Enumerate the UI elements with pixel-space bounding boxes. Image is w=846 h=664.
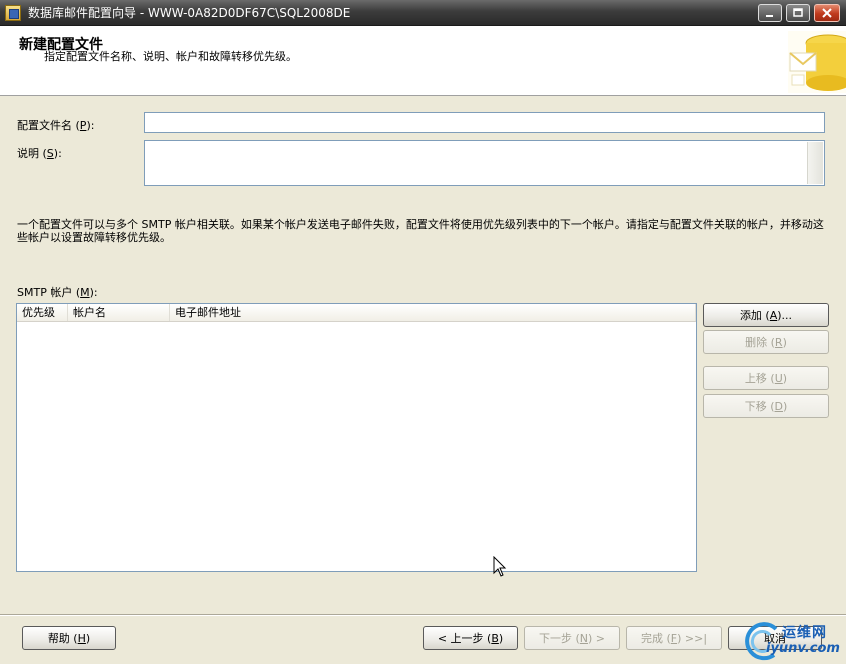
watermark-bottom-text: iyunv.com bbox=[766, 641, 840, 656]
title-bar: 数据库邮件配置向导 - WWW-0A82D0DF67C\SQL2008DE bbox=[0, 0, 846, 26]
database-mail-icon bbox=[788, 31, 846, 93]
help-button[interactable]: 帮助 (H) bbox=[22, 626, 116, 650]
minimize-icon bbox=[766, 14, 773, 17]
back-button[interactable]: < 上一步 (B) bbox=[423, 626, 518, 650]
profile-name-input[interactable] bbox=[144, 112, 825, 133]
add-account-button[interactable]: 添加 (A)... bbox=[703, 303, 829, 327]
smtp-accounts-label: SMTP 帐户 (M): bbox=[17, 286, 98, 299]
maximize-button[interactable] bbox=[786, 3, 810, 22]
close-icon bbox=[822, 7, 832, 18]
wizard-header: 新建配置文件 指定配置文件名称、说明、帐户和故障转移优先级。 bbox=[0, 26, 846, 96]
column-email-address[interactable]: 电子邮件地址 bbox=[170, 304, 696, 321]
description-textarea[interactable] bbox=[144, 140, 825, 186]
smtp-accounts-list[interactable]: 优先级 帐户名 电子邮件地址 bbox=[16, 303, 697, 572]
smtp-list-header: 优先级 帐户名 电子邮件地址 bbox=[17, 304, 696, 322]
page-subtitle: 指定配置文件名称、说明、帐户和故障转移优先级。 bbox=[44, 50, 297, 63]
move-up-button[interactable]: 上移 (U) bbox=[703, 366, 829, 390]
minimize-button[interactable] bbox=[758, 3, 782, 22]
site-watermark: 运维网 iyunv.com bbox=[742, 617, 846, 664]
watermark-top-text: 运维网 bbox=[782, 625, 827, 641]
app-icon bbox=[5, 4, 21, 21]
column-priority[interactable]: 优先级 bbox=[17, 304, 68, 321]
remove-account-button[interactable]: 删除 (R) bbox=[703, 330, 829, 354]
footer-divider bbox=[0, 614, 846, 616]
finish-button[interactable]: 完成 (F) >>| bbox=[626, 626, 722, 650]
description-scrollbar[interactable] bbox=[807, 142, 823, 184]
profile-info-text: 一个配置文件可以与多个 SMTP 帐户相关联。如果某个帐户发送电子邮件失败，配置… bbox=[17, 218, 824, 244]
close-button[interactable] bbox=[814, 3, 840, 22]
profile-name-label: 配置文件名 (P): bbox=[17, 119, 95, 132]
column-account-name[interactable]: 帐户名 bbox=[68, 304, 170, 321]
move-down-button[interactable]: 下移 (D) bbox=[703, 394, 829, 418]
description-label: 说明 (S): bbox=[17, 147, 62, 160]
maximize-icon bbox=[793, 7, 803, 17]
next-button[interactable]: 下一步 (N) > bbox=[524, 626, 620, 650]
window-title: 数据库邮件配置向导 - WWW-0A82D0DF67C\SQL2008DE bbox=[28, 6, 351, 20]
mouse-cursor-icon bbox=[493, 556, 507, 577]
